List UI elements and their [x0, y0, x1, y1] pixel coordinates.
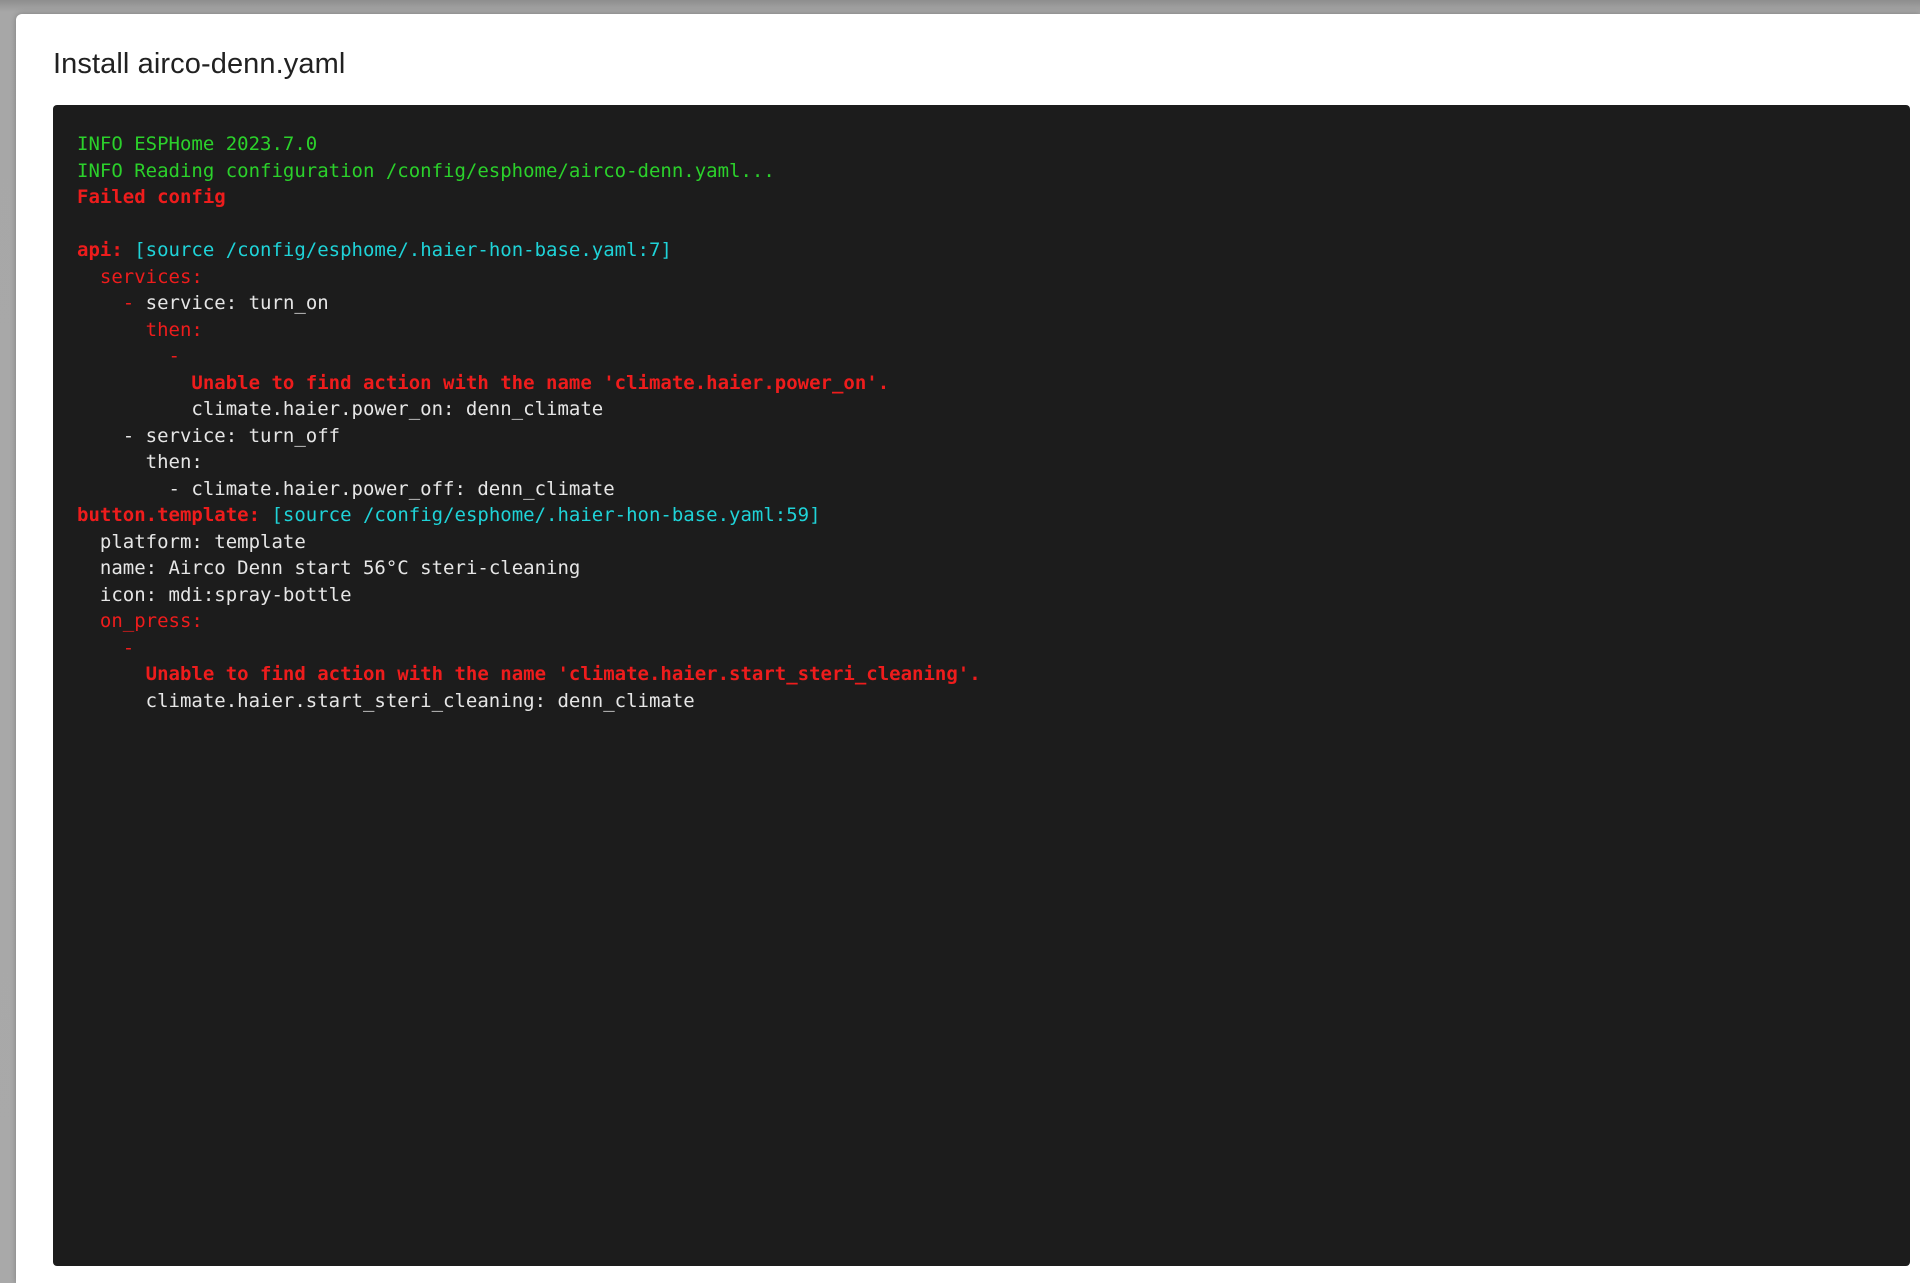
dialog-title: Install airco-denn.yaml: [53, 48, 346, 80]
log-text: service: turn_on: [145, 292, 329, 314]
source-reference: [source /config/esphome/.haier-hon-base.…: [134, 239, 672, 261]
log-line: api: [source /config/esphome/.haier-hon-…: [77, 237, 1886, 264]
log-text: - climate.haier.power_off: denn_climate: [168, 477, 615, 500]
log-text: name: Airco Denn start 56°C steri-cleani…: [99, 557, 581, 579]
log-line: -: [77, 343, 1886, 370]
log-line: INFO Reading configuration /config/espho…: [77, 159, 775, 182]
log-text: - service: turn_off: [122, 424, 341, 447]
log-line: then:: [77, 449, 1886, 476]
log-line: - service: turn_on: [77, 290, 1886, 317]
log-text: then:: [145, 451, 203, 473]
config-key: button.template:: [77, 504, 261, 526]
install-dialog: Install airco-denn.yaml INFO ESPHome 202…: [16, 14, 1920, 1283]
log-line-error: Failed config: [77, 186, 226, 208]
error-message: Unable to find action with the name 'cli…: [191, 371, 890, 394]
log-line: - service: turn_off: [77, 423, 1886, 450]
log-text: icon: mdi:spray-bottle: [99, 583, 352, 606]
log-line-error: Unable to find action with the name 'cli…: [77, 370, 1886, 397]
config-key: then:: [145, 318, 203, 341]
list-dash: -: [122, 636, 135, 659]
log-line: - climate.haier.power_off: denn_climate: [77, 476, 1886, 503]
log-line: name: Airco Denn start 56°C steri-cleani…: [77, 555, 1886, 582]
config-key: api:: [77, 239, 123, 261]
source-reference: [source /config/esphome/.haier-hon-base.…: [271, 504, 821, 526]
log-line: then:: [77, 317, 1886, 344]
log-line: on_press:: [77, 608, 1886, 635]
log-line: INFO ESPHome 2023.7.0: [77, 133, 318, 155]
log-line-error: Unable to find action with the name 'cli…: [77, 661, 1886, 688]
log-text: climate.haier.start_steri_cleaning: denn…: [145, 689, 695, 712]
log-line: button.template: [source /config/esphome…: [77, 502, 1886, 529]
log-text: climate.haier.power_on: denn_climate: [191, 398, 604, 420]
config-key: on_press:: [99, 610, 203, 632]
log-output-panel[interactable]: INFO ESPHome 2023.7.0 INFO Reading config…: [53, 105, 1910, 1266]
log-line: climate.haier.power_on: denn_climate: [77, 396, 1886, 423]
log-line: climate.haier.start_steri_cleaning: denn…: [77, 688, 1886, 715]
log-line: -: [77, 635, 1886, 662]
list-dash: -: [122, 292, 135, 314]
log-line: icon: mdi:spray-bottle: [77, 582, 1886, 609]
config-key: services:: [99, 265, 203, 288]
log-output: INFO ESPHome 2023.7.0 INFO Reading config…: [77, 131, 1886, 714]
log-text: platform: template: [99, 530, 306, 553]
log-line: services:: [77, 264, 1886, 291]
log-line-blank: [77, 211, 1886, 238]
error-message: Unable to find action with the name 'cli…: [145, 663, 981, 685]
list-dash: -: [168, 345, 180, 367]
log-line: platform: template: [77, 529, 1886, 556]
